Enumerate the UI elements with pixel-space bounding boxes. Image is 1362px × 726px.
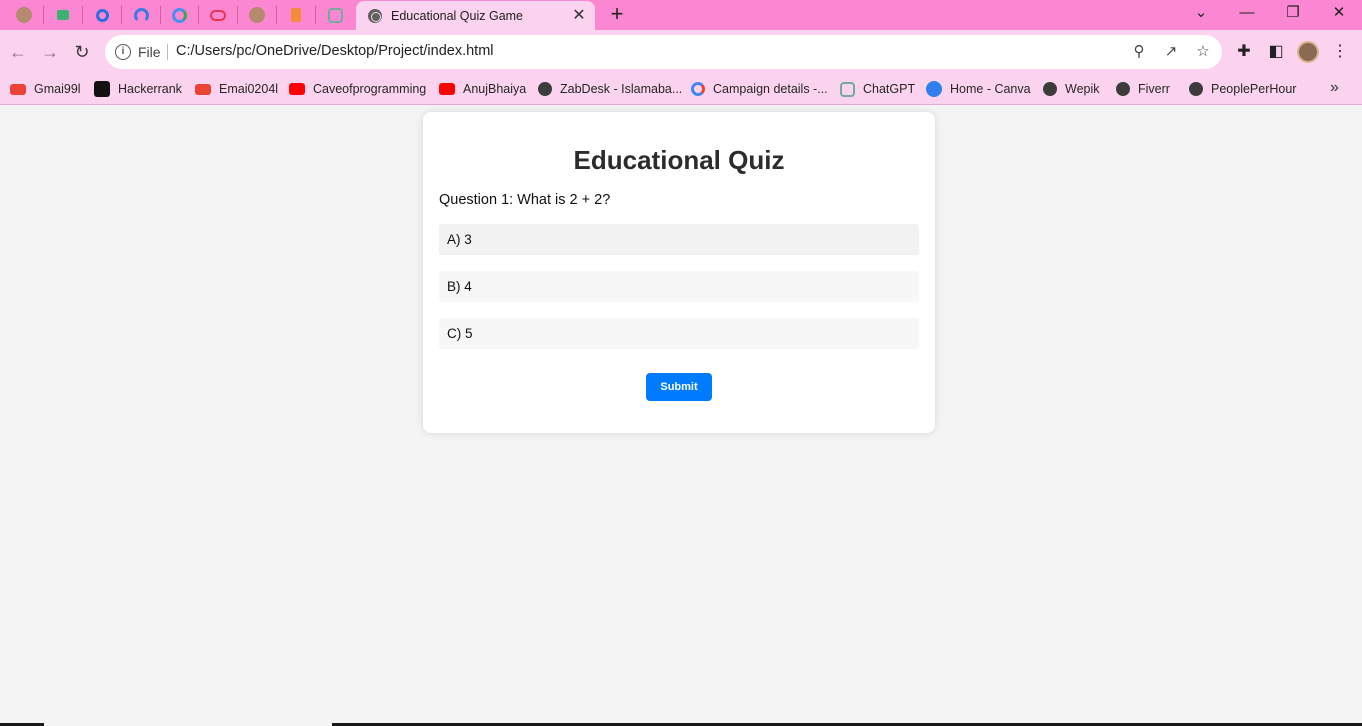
bookmark-item[interactable]: Emai0204l [195, 80, 278, 98]
question-text: Question 1: What is 2 + 2? [439, 192, 611, 208]
bookmark-item[interactable]: Fiverr [1116, 80, 1170, 98]
side-panel-icon[interactable]: ◧ [1266, 42, 1286, 62]
rainbow-icon [133, 7, 149, 23]
globe-icon [1116, 82, 1130, 96]
bookmark-label: Caveofprogramming [313, 82, 427, 96]
bookmark-label: Home - Canva [950, 82, 1031, 96]
option-c[interactable]: C) 5 [439, 318, 919, 349]
pinned-tab-8[interactable] [277, 4, 315, 26]
url-text[interactable]: C:/Users/pc/OneDrive/Desktop/Project/ind… [176, 43, 494, 59]
share-icon[interactable]: ↗ [1161, 42, 1181, 62]
zoom-icon[interactable]: ⚲ [1129, 42, 1149, 62]
pinned-tab-3[interactable] [83, 4, 121, 26]
stack-icon [291, 8, 301, 22]
browser-toolbar: ← → ↻ i File C:/Users/pc/OneDrive/Deskto… [0, 30, 1362, 74]
pinned-tab-9[interactable] [316, 4, 354, 26]
extensions-icon[interactable]: ✚ [1234, 42, 1254, 62]
bookmark-item[interactable]: ChatGPT [840, 80, 915, 98]
oval-icon [210, 9, 226, 21]
bookmark-label: ChatGPT [863, 82, 916, 96]
youtube-icon [439, 83, 455, 95]
submit-button[interactable]: Submit [646, 373, 712, 401]
active-tab[interactable]: Educational Quiz Game ✕ [356, 1, 595, 30]
site-info-icon[interactable]: i [115, 44, 131, 60]
menu-kebab-icon[interactable]: ⋮ [1330, 42, 1350, 62]
avatar-icon [16, 7, 32, 23]
minimize-button[interactable]: — [1232, 2, 1262, 24]
address-divider [167, 44, 168, 60]
canva-icon [926, 81, 942, 97]
active-tab-title: Educational Quiz Game [391, 8, 524, 23]
option-a[interactable]: A) 3 [439, 224, 919, 255]
pinned-tab-4[interactable] [122, 4, 160, 26]
bookmark-item[interactable]: Campaign details -... [691, 80, 828, 98]
bookmark-item[interactable]: Caveofprogramming [289, 80, 426, 98]
scheme-label: File [138, 44, 161, 60]
g-swirl-icon [171, 7, 187, 23]
bookmarks-bar: Gmai99l Hackerrank Emai0204l Caveofprogr… [0, 74, 1362, 105]
bookmark-label: Wepik [1065, 82, 1100, 96]
close-window-button[interactable]: ✕ [1324, 2, 1354, 24]
restore-button[interactable]: ❐ [1278, 2, 1308, 24]
globe-icon [538, 82, 552, 96]
tab-strip: Educational Quiz Game ✕ + ⌄ — ❐ ✕ [0, 0, 1362, 30]
address-bar[interactable]: i File C:/Users/pc/OneDrive/Desktop/Proj… [105, 35, 1222, 69]
g-circle-icon [95, 8, 109, 22]
gmail-icon [195, 83, 211, 95]
bookmark-label: Fiverr [1138, 82, 1170, 96]
bookmark-star-icon[interactable]: ☆ [1193, 42, 1213, 62]
pinned-tab-5[interactable] [160, 4, 198, 26]
bar-chart-icon [57, 10, 69, 20]
bookmark-label: AnujBhaiya [463, 82, 527, 96]
new-tab-button[interactable]: + [606, 3, 628, 25]
option-b[interactable]: B) 4 [439, 271, 919, 302]
pinned-tab-2[interactable] [44, 4, 82, 26]
globe-icon [368, 8, 382, 23]
close-tab-icon[interactable]: ✕ [569, 6, 589, 26]
bookmark-item[interactable]: Wepik [1043, 80, 1100, 98]
bookmark-label: PeoplePerHour [1211, 82, 1297, 96]
chatgpt-icon [840, 81, 855, 97]
bookmark-label: Emai0204l [219, 82, 279, 96]
globe-icon [1189, 82, 1203, 96]
reload-button[interactable]: ↻ [68, 38, 96, 66]
bookmark-label: Gmai99l [34, 82, 81, 96]
pinned-tab-1[interactable] [5, 4, 43, 26]
bookmark-item[interactable]: Home - Canva [926, 80, 1031, 98]
avatar-icon [249, 7, 265, 23]
quiz-card: Educational Quiz Question 1: What is 2 +… [423, 112, 935, 433]
forward-button[interactable]: → [36, 38, 64, 66]
bookmark-label: ZabDesk - Islamaba... [560, 82, 683, 96]
bookmark-item[interactable]: Gmai99l [10, 80, 81, 98]
bookmark-label: Campaign details -... [713, 82, 828, 96]
back-button[interactable]: ← [4, 38, 32, 66]
google-icon [691, 82, 705, 96]
hackerrank-icon [94, 81, 110, 97]
bookmark-label: Hackerrank [118, 82, 182, 96]
more-bookmarks-icon[interactable]: » [1330, 79, 1339, 97]
gmail-icon [10, 83, 26, 95]
tab-search-icon[interactable]: ⌄ [1186, 2, 1216, 24]
chatgpt-icon [327, 7, 343, 23]
bookmark-item[interactable]: PeoplePerHour [1189, 80, 1296, 98]
pinned-tab-6[interactable] [199, 4, 237, 26]
youtube-icon [289, 83, 305, 95]
globe-icon [1043, 82, 1057, 96]
profile-avatar[interactable] [1297, 41, 1319, 63]
pinned-tab-7[interactable] [238, 4, 276, 26]
bookmark-item[interactable]: ZabDesk - Islamaba... [538, 80, 682, 98]
bookmark-item[interactable]: Hackerrank [94, 80, 182, 98]
bookmark-item[interactable]: AnujBhaiya [439, 80, 526, 98]
quiz-title: Educational Quiz [573, 145, 785, 175]
